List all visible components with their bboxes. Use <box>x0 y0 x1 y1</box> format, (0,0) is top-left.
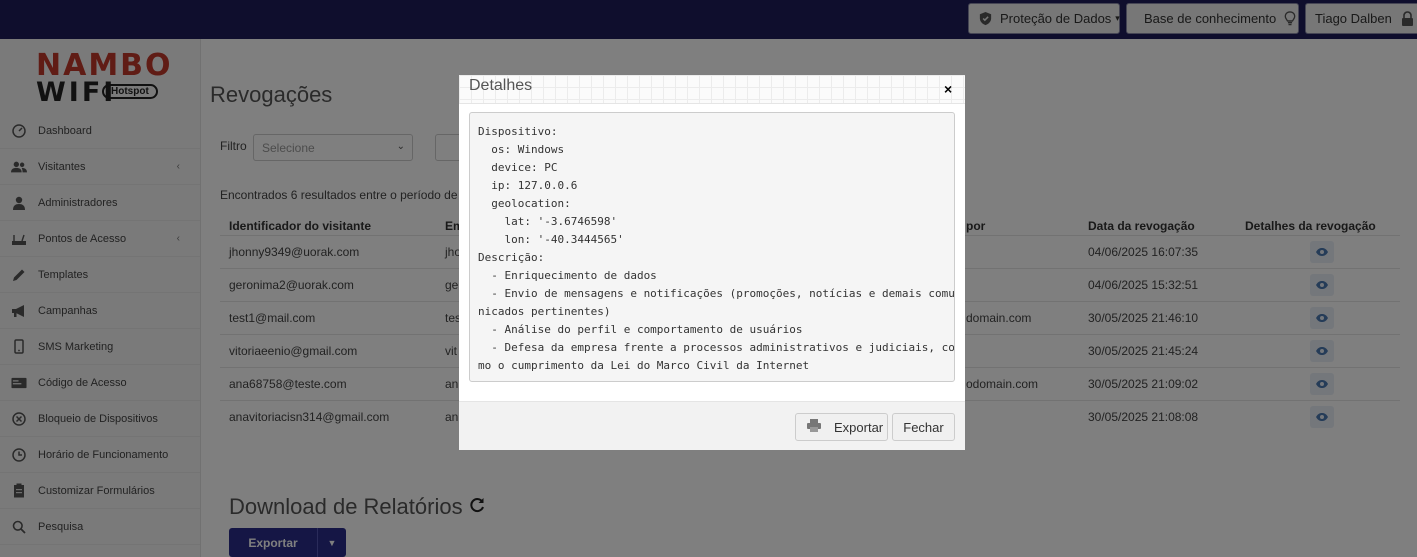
close-icon[interactable]: × <box>944 81 952 97</box>
export-button-label: Exportar <box>834 419 884 435</box>
modal-header: Detalhes × <box>459 75 965 104</box>
close-button[interactable]: Fechar <box>892 413 955 441</box>
modal-title: Detalhes <box>469 77 533 94</box>
modal-footer: Exportar Fechar <box>459 401 965 450</box>
details-content: Dispositivo: os: Windows device: PC ip: … <box>469 112 955 382</box>
export-button[interactable]: Exportar <box>795 413 888 441</box>
details-modal: Detalhes × Dispositivo: os: Windows devi… <box>459 75 965 450</box>
modal-body: Dispositivo: os: Windows device: PC ip: … <box>459 104 965 401</box>
printer-icon <box>806 418 822 436</box>
